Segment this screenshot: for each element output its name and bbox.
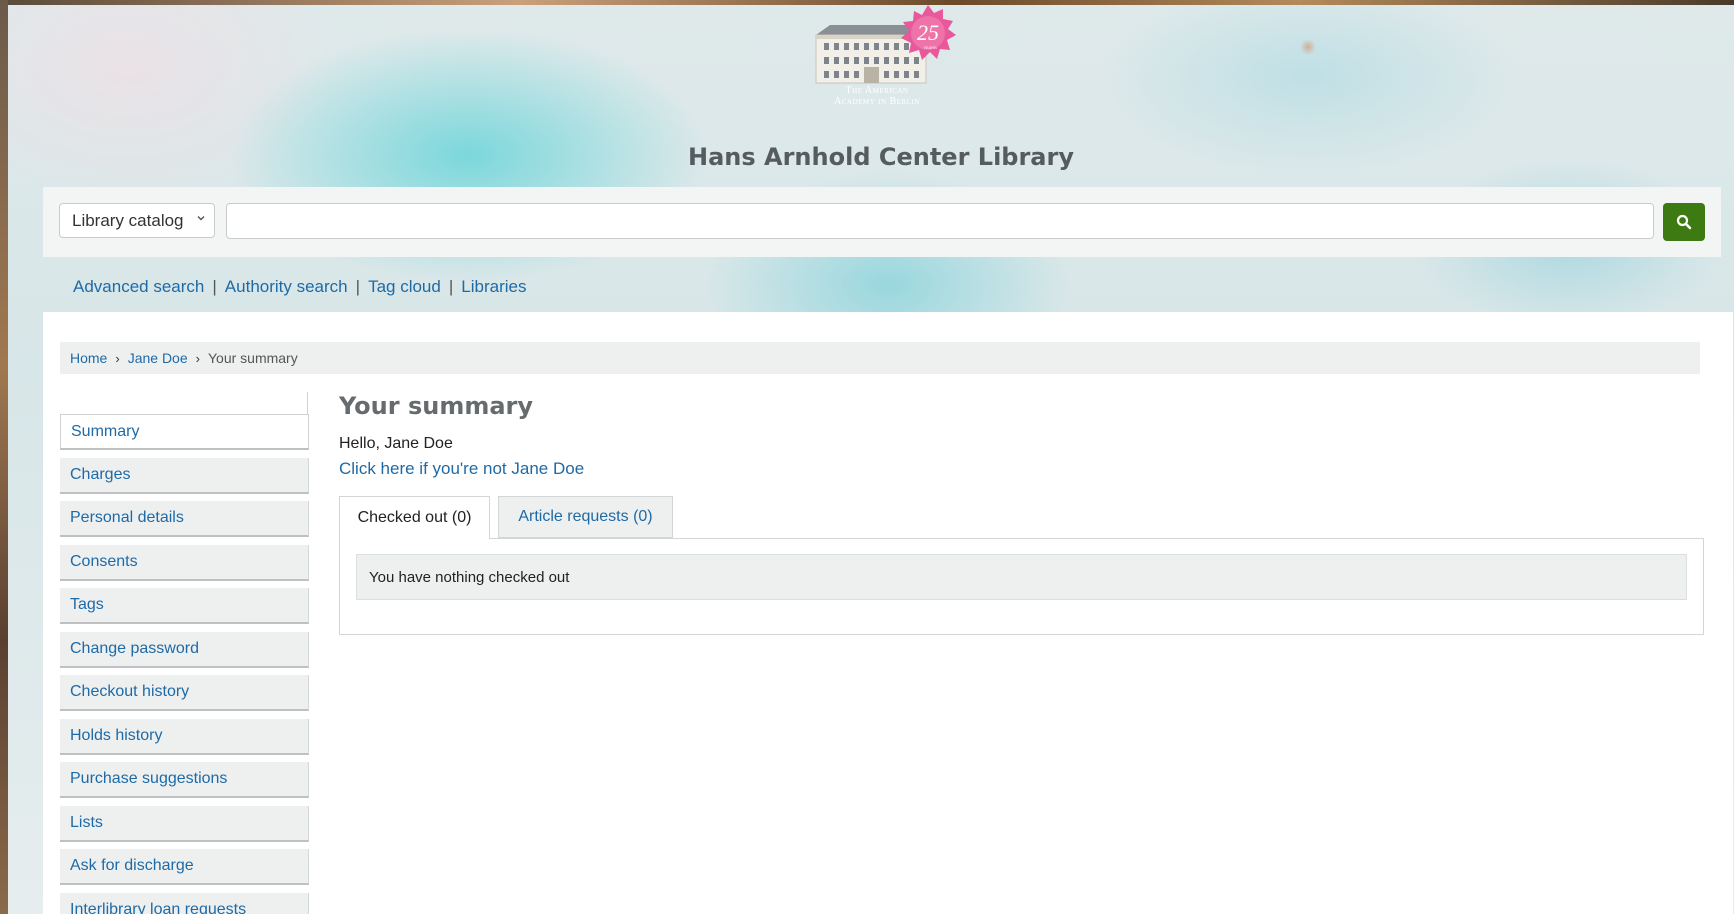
breadcrumb-user[interactable]: Jane Doe: [128, 350, 188, 366]
more-search-links: Advanced search | Authority search | Tag…: [73, 277, 526, 297]
main-container: Home › Jane Doe › Your summary Summary C…: [43, 312, 1733, 914]
breadcrumb-separator: ›: [195, 350, 200, 366]
menu-item-consents[interactable]: Consents: [60, 545, 309, 581]
library-logo[interactable]: 25 YEARS The American Academy in Berlin: [808, 5, 958, 113]
empty-checkouts-message: You have nothing checked out: [356, 554, 1687, 600]
greeting-text: Hello, Jane Doe: [339, 435, 453, 452]
search-icon: [1676, 214, 1692, 230]
chevron-down-icon: [196, 213, 206, 226]
logo-caption: The American Academy in Berlin: [834, 85, 920, 107]
svg-text:25: 25: [917, 20, 939, 45]
authority-search-link[interactable]: Authority search: [225, 277, 348, 297]
breadcrumb-current: Your summary: [207, 350, 298, 366]
page-title: Your summary: [339, 392, 534, 420]
menu-item-lists[interactable]: Lists: [60, 806, 309, 842]
breadcrumb-separator: ›: [115, 350, 120, 366]
menu-item-change-password[interactable]: Change password: [60, 632, 309, 668]
search-button[interactable]: [1663, 203, 1705, 241]
search-scope-select[interactable]: Library catalog: [59, 203, 215, 238]
opac-page: 25 YEARS The American Academy in Berlin …: [8, 5, 1734, 914]
menu-item-holds-history[interactable]: Holds history: [60, 719, 309, 755]
search-scope-value: Library catalog: [72, 210, 184, 230]
link-separator: |: [448, 277, 454, 296]
svg-text:YEARS: YEARS: [923, 45, 937, 50]
menu-item-purchase-suggestions[interactable]: Purchase suggestions: [60, 762, 309, 798]
menu-item-summary[interactable]: Summary: [60, 414, 309, 450]
menu-item-checkout-history[interactable]: Checkout history: [60, 675, 309, 711]
advanced-search-link[interactable]: Advanced search: [73, 277, 204, 297]
breadcrumb-home[interactable]: Home: [70, 350, 107, 366]
link-separator: |: [355, 277, 361, 296]
menu-divider: [307, 392, 308, 414]
tab-article-requests[interactable]: Article requests (0): [498, 496, 673, 538]
not-you-link[interactable]: Click here if you're not Jane Doe: [339, 459, 584, 479]
search-bar: Library catalog: [43, 187, 1721, 257]
building-icon: 25 YEARS: [815, 5, 956, 84]
summary-content: Your summary Hello, Jane Doe Click here …: [339, 392, 1709, 912]
menu-item-ask-for-discharge[interactable]: Ask for discharge: [60, 849, 309, 885]
menu-item-charges[interactable]: Charges: [60, 458, 309, 494]
libraries-link[interactable]: Libraries: [461, 277, 526, 297]
link-separator: |: [212, 277, 217, 296]
site-title: Hans Arnhold Center Library: [688, 143, 1074, 171]
checked-out-panel: You have nothing checked out: [339, 538, 1704, 635]
menu-item-interlibrary-loan[interactable]: Interlibrary loan requests: [60, 893, 309, 914]
breadcrumb: Home › Jane Doe › Your summary: [60, 342, 1700, 374]
menu-item-personal-details[interactable]: Personal details: [60, 501, 309, 537]
search-input[interactable]: [226, 203, 1654, 239]
tab-checked-out[interactable]: Checked out (0): [339, 496, 490, 539]
menu-item-tags[interactable]: Tags: [60, 588, 309, 624]
tag-cloud-link[interactable]: Tag cloud: [368, 277, 441, 297]
desktop-wallpaper-left: [0, 0, 8, 914]
